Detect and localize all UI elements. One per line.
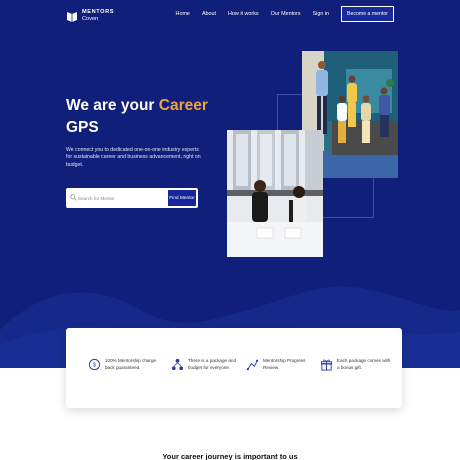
feature-text: 100% Mentorship charge back guaranteed. xyxy=(105,358,157,370)
hero-section: MENTORS Coven Home About How it works Ou… xyxy=(0,0,460,368)
headline-suffix: GPS xyxy=(66,119,99,136)
become-mentor-button[interactable]: Become a mentor xyxy=(341,6,394,22)
svg-text:$: $ xyxy=(93,363,96,369)
search-input[interactable] xyxy=(78,190,168,206)
features-card: $ 100% Mentorship charge back guaranteed… xyxy=(66,328,402,408)
nav-link-how-it-works[interactable]: How it works xyxy=(228,11,259,17)
feature-text: Mentorship Progress Review. xyxy=(263,358,306,370)
feature-text: There is a package and budget for everyo… xyxy=(188,358,237,370)
hero-headline: We are your Career GPS xyxy=(66,95,216,139)
feature-item: Each package comes with a bonus gift. xyxy=(320,358,392,371)
feature-item: $ 100% Mentorship charge back guaranteed… xyxy=(88,358,160,371)
meeting-photo-image xyxy=(227,130,323,257)
mentor-search-bar: Find Mentor xyxy=(66,188,198,208)
nav-link-sign-in[interactable]: Sign in xyxy=(313,11,329,17)
logo-line2: Coven xyxy=(82,16,99,22)
hero-photo-meeting xyxy=(227,130,323,257)
feature-text: Each package comes with a bonus gift. xyxy=(337,358,391,370)
logo[interactable]: MENTORS Coven xyxy=(66,9,114,23)
nav-link-our-mentors[interactable]: Our Mentors xyxy=(271,11,301,17)
money-back-icon: $ xyxy=(88,358,101,371)
book-logo-icon xyxy=(67,12,77,22)
section-title: Your career journey is important to us xyxy=(162,452,298,460)
feature-item: There is a package and budget for everyo… xyxy=(171,358,243,371)
logo-text: MENTORS Coven xyxy=(82,9,114,23)
nav-link-about[interactable]: About xyxy=(202,11,216,17)
progress-review-icon xyxy=(246,359,259,371)
headline-accent: Career xyxy=(158,97,208,114)
search-icon xyxy=(70,194,77,201)
nav-links: Home About How it works Our Mentors Sign… xyxy=(164,6,394,22)
logo-line1: MENTORS xyxy=(82,9,115,15)
package-network-icon xyxy=(171,358,184,371)
nav-link-home[interactable]: Home xyxy=(176,11,190,17)
hero-subtext: We connect you to dedicated one-on-one i… xyxy=(66,147,201,168)
headline-prefix: We are your xyxy=(66,97,159,114)
navbar: MENTORS Coven Home About How it works Ou… xyxy=(0,6,460,28)
find-mentor-button[interactable]: Find Mentor xyxy=(168,190,196,206)
gift-icon xyxy=(320,359,333,371)
feature-item: Mentorship Progress Review. xyxy=(246,358,318,371)
